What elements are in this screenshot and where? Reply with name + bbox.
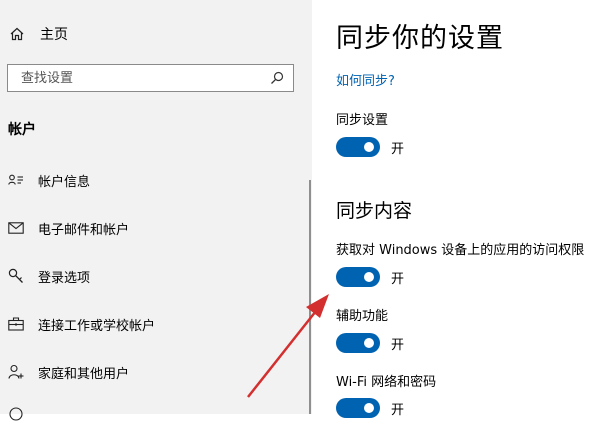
- option-label-app-access: 获取对 Windows 设备上的应用的访问权限: [336, 243, 585, 258]
- toggle-knob: [364, 142, 374, 152]
- search-input[interactable]: [19, 69, 268, 87]
- sidebar-item-label: 家庭和其他用户: [38, 366, 130, 382]
- toggle-state: 开: [391, 337, 405, 353]
- page-title: 同步你的设置: [336, 23, 504, 54]
- toggle-state: 开: [391, 271, 405, 287]
- home-icon: [10, 27, 24, 41]
- toggle-knob: [364, 272, 374, 282]
- sync-content-heading: 同步内容: [336, 200, 413, 222]
- sync-settings-toggle[interactable]: [336, 137, 380, 157]
- home-label: 主页: [40, 27, 68, 43]
- search-box[interactable]: [7, 64, 294, 92]
- sidebar: 主页 帐户 帐户信息 电子邮件和帐户: [0, 0, 312, 421]
- sync-settings-toggle-row: 开: [336, 137, 404, 157]
- sidebar-item-partial[interactable]: [8, 402, 298, 426]
- how-sync-link[interactable]: 如何同步?: [336, 70, 395, 89]
- sidebar-item-email-accounts[interactable]: 电子邮件和帐户: [8, 216, 298, 240]
- sidebar-item-account-info[interactable]: 帐户信息: [8, 168, 298, 192]
- option-toggle-row: 开: [336, 267, 404, 287]
- briefcase-icon: [8, 316, 24, 332]
- option-toggle-row: 开: [336, 333, 404, 353]
- toggle-knob: [364, 338, 374, 348]
- key-icon: [8, 268, 24, 284]
- sidebar-item-label: 电子邮件和帐户: [38, 222, 130, 238]
- wifi-toggle[interactable]: [336, 398, 380, 418]
- toggle-state: 开: [391, 402, 405, 418]
- accessibility-toggle[interactable]: [336, 333, 380, 353]
- scrollbar-thumb[interactable]: [309, 180, 311, 414]
- home-nav-item[interactable]: 主页: [10, 24, 68, 44]
- person-card-icon: [8, 172, 24, 188]
- sidebar-item-family-users[interactable]: 家庭和其他用户: [8, 360, 298, 384]
- sidebar-item-work-school[interactable]: 连接工作或学校帐户: [8, 312, 298, 336]
- toggle-state: 开: [391, 141, 405, 157]
- toggle-knob: [364, 403, 374, 413]
- sync-icon: [8, 406, 24, 422]
- person-add-icon: [8, 364, 24, 380]
- sync-settings-label: 同步设置: [336, 113, 389, 128]
- sidebar-item-sign-in-options[interactable]: 登录选项: [8, 264, 298, 288]
- option-toggle-row: 开: [336, 398, 404, 418]
- section-title: 帐户: [8, 122, 36, 138]
- option-label-accessibility: 辅助功能: [336, 309, 389, 324]
- mail-icon: [8, 220, 24, 236]
- search-icon[interactable]: [270, 71, 284, 85]
- app-access-toggle[interactable]: [336, 267, 380, 287]
- sidebar-item-label: 登录选项: [38, 270, 91, 286]
- sidebar-item-label: 帐户信息: [38, 174, 91, 190]
- sidebar-item-label: 连接工作或学校帐户: [38, 318, 156, 334]
- main-panel: 同步你的设置 如何同步? 同步设置 开 同步内容 获取对 Windows 设备上…: [312, 0, 597, 418]
- option-label-wifi: Wi-Fi 网络和密码: [336, 375, 437, 390]
